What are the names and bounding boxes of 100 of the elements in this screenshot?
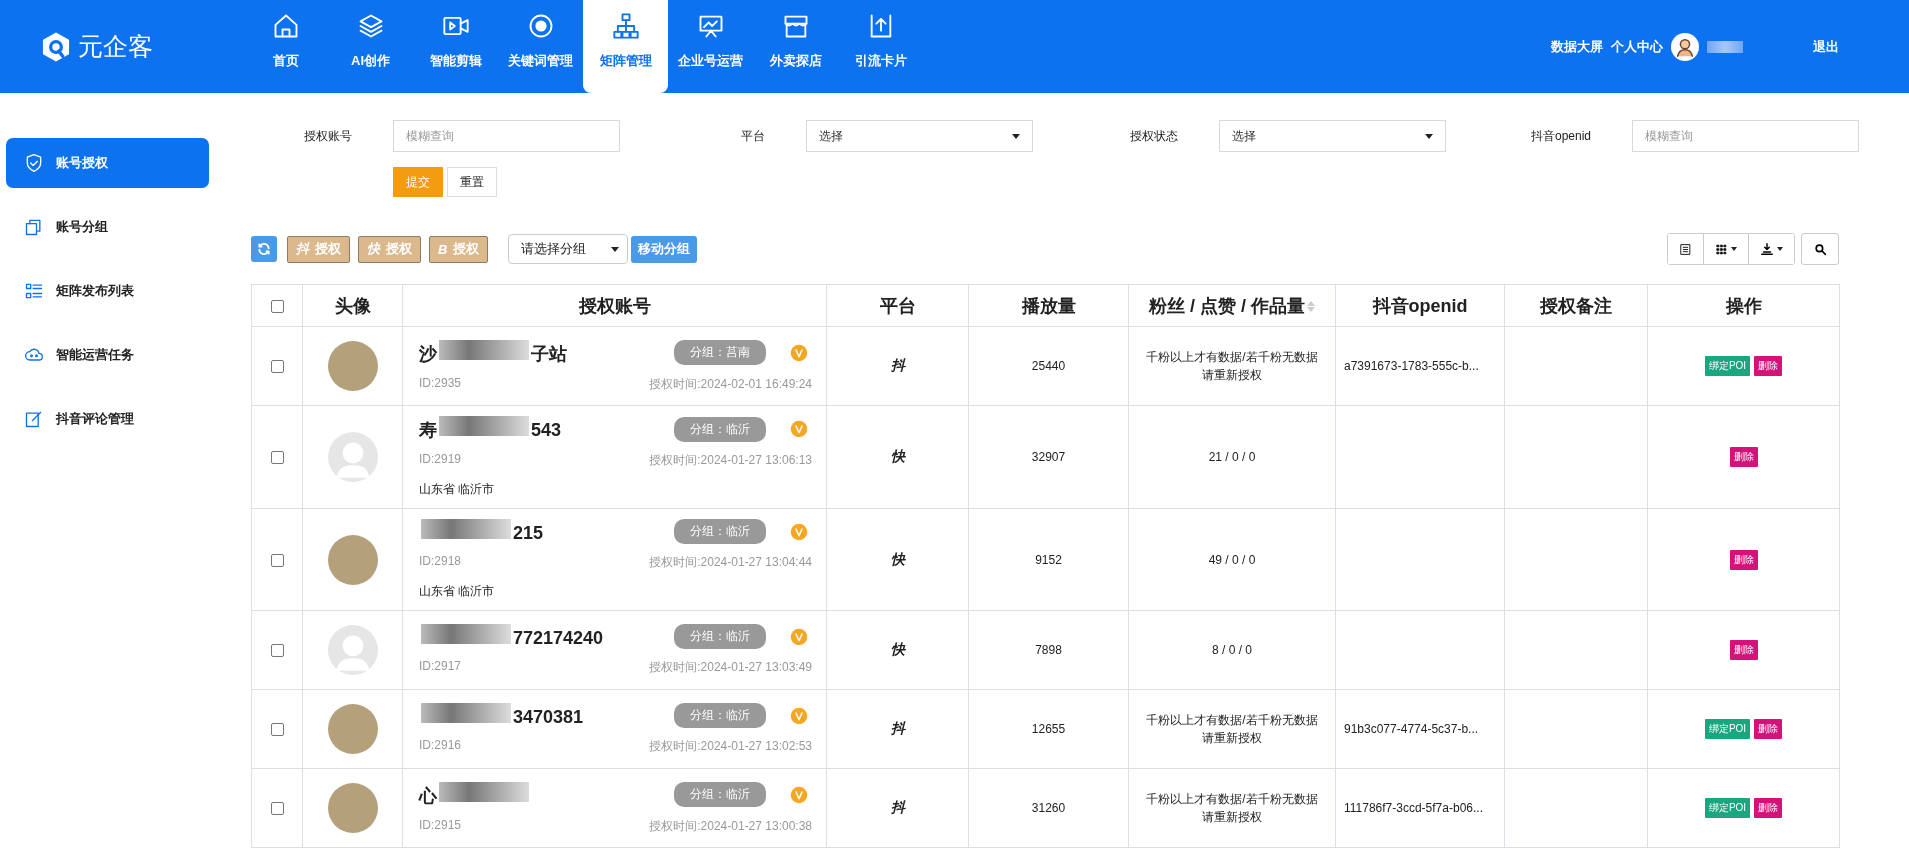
- fans-stats: 千粉以上才有数据/若千粉无数据请重新授权: [1145, 712, 1319, 747]
- search-icon: [1813, 242, 1827, 256]
- column-header: 抖音openid: [1372, 295, 1468, 316]
- search-button[interactable]: [1801, 233, 1839, 265]
- bind-poi-button[interactable]: 绑定POI: [1704, 798, 1751, 818]
- nav-tab[interactable]: 企业号运营: [668, 0, 753, 93]
- play-count: 32907: [1031, 450, 1066, 464]
- verified-icon: [790, 420, 808, 438]
- delete-button[interactable]: 删除: [1729, 447, 1758, 467]
- platform-mark: 抖: [890, 720, 905, 736]
- search-field[interactable]: 模糊查询: [393, 120, 620, 152]
- delete-button[interactable]: 删除: [1754, 356, 1783, 376]
- account-name: 3470381: [513, 707, 584, 727]
- nav-tab[interactable]: AI创作: [328, 0, 413, 93]
- filter-label: 授权状态: [1129, 127, 1178, 145]
- sidebar-item[interactable]: 智能运营任务: [6, 330, 209, 380]
- sidebar-item[interactable]: 账号分组: [6, 202, 209, 252]
- column-header: 平台: [879, 295, 916, 316]
- select-all-checkbox[interactable]: [270, 299, 284, 313]
- group-tag: 分组：临沂: [674, 703, 766, 728]
- fans-stats: 千粉以上才有数据/若千粉无数据请重新授权: [1145, 349, 1319, 384]
- photo-placeholder: [327, 341, 378, 391]
- refresh-button[interactable]: [251, 236, 277, 262]
- fans-stats: 21 / 0 / 0: [1207, 449, 1257, 466]
- nav-tab[interactable]: 外卖探店: [753, 0, 838, 93]
- nav-tab[interactable]: 引流卡片: [838, 0, 923, 93]
- platform-mark: 快: [890, 550, 905, 567]
- region-text: 山东省 临沂市: [419, 481, 496, 498]
- account-id: ID:2915: [419, 817, 462, 834]
- sidebar-item[interactable]: 抖音评论管理: [6, 394, 209, 444]
- auth-time: 授权时间:2024-01-27 13:00:38: [649, 817, 812, 835]
- list-icon: [24, 281, 44, 301]
- play-count: 9152: [1035, 552, 1062, 567]
- account-name: 心: [419, 785, 437, 806]
- delete-button[interactable]: 删除: [1754, 719, 1783, 739]
- header-link[interactable]: 数据大屏: [1551, 37, 1603, 56]
- verified-icon: [790, 522, 808, 541]
- shield-check-icon: [24, 153, 44, 173]
- refresh-icon: [257, 242, 271, 256]
- delete-button[interactable]: 删除: [1729, 549, 1758, 570]
- column-header: 播放量: [1021, 295, 1076, 316]
- group-tag: 分组：临沂: [674, 416, 766, 442]
- fans-stats: 8 / 0 / 0: [1211, 642, 1253, 659]
- reset-button[interactable]: 重置: [447, 167, 497, 197]
- export-button[interactable]: [1748, 234, 1794, 264]
- select-dropdown[interactable]: 选择: [806, 120, 1033, 152]
- sidebar-item[interactable]: 矩阵发布列表: [6, 266, 209, 316]
- photo-placeholder: [327, 783, 378, 833]
- row-checkbox[interactable]: [270, 360, 284, 374]
- default-avatar: [327, 625, 378, 675]
- bind-poi-button[interactable]: 绑定POI: [1704, 356, 1751, 376]
- row-checkbox[interactable]: [270, 553, 284, 567]
- column-header: 头像: [334, 295, 371, 316]
- document-icon: [1679, 242, 1692, 256]
- nav-tab[interactable]: 首页: [243, 0, 328, 93]
- play-count: 7898: [1035, 643, 1062, 657]
- edit-icon: [24, 409, 44, 429]
- auth-time: 授权时间:2024-02-01 16:49:24: [649, 375, 812, 393]
- account-id: ID:2919: [419, 452, 462, 468]
- photo-placeholder: [327, 704, 378, 754]
- group-tag: 分组：临沂: [674, 519, 766, 544]
- search-field[interactable]: 模糊查询: [1632, 120, 1859, 152]
- group-select[interactable]: 请选择分组: [508, 234, 629, 264]
- row-checkbox[interactable]: [270, 451, 284, 465]
- auth-time: 授权时间:2024-01-27 13:03:49: [649, 659, 812, 676]
- row-checkbox[interactable]: [270, 802, 284, 816]
- delete-button[interactable]: 删除: [1729, 640, 1758, 660]
- filter-label: 授权账号: [303, 127, 352, 145]
- download-icon: [1760, 242, 1774, 256]
- move-group-button[interactable]: 移动分组: [631, 235, 698, 263]
- account-id: ID:2916: [419, 738, 462, 754]
- group-tag: 分组：临沂: [674, 624, 766, 649]
- select-dropdown[interactable]: 选择: [1219, 120, 1446, 152]
- grid-icon: [1715, 242, 1728, 256]
- column-header: 操作: [1725, 295, 1762, 316]
- play-count: 31260: [1031, 801, 1066, 815]
- openid-text: a7391673-1783-555c-b...: [1344, 359, 1479, 373]
- stacked-squares-icon: [24, 217, 44, 237]
- platform-mark: 抖: [890, 357, 905, 373]
- bind-poi-button[interactable]: 绑定POI: [1704, 719, 1751, 739]
- sidebar-item[interactable]: 账号授权: [6, 138, 209, 188]
- delete-button[interactable]: 删除: [1754, 798, 1783, 818]
- logo-text: 元企客: [78, 31, 153, 62]
- auth-time: 授权时间:2024-01-27 13:06:13: [649, 452, 812, 469]
- filter-label: 抖音openid: [1529, 127, 1591, 145]
- row-checkbox[interactable]: [270, 723, 284, 737]
- org-chart-icon: [611, 12, 640, 40]
- platform-mark: 快: [890, 641, 905, 657]
- nav-tab[interactable]: 矩阵管理: [583, 0, 668, 93]
- logout-link[interactable]: 退出: [1813, 37, 1839, 56]
- account-id: ID:2918: [419, 554, 462, 570]
- user-avatar[interactable]: [1671, 32, 1699, 61]
- nav-tab[interactable]: 关键词管理: [498, 0, 583, 93]
- auth-time: 授权时间:2024-01-27 13:02:53: [649, 738, 812, 755]
- openid-text: 111786f7-3ccd-5f7a-b06...: [1344, 801, 1483, 815]
- row-checkbox[interactable]: [270, 644, 284, 658]
- header-link[interactable]: 个人中心: [1611, 37, 1663, 56]
- account-name: 772174240: [513, 628, 604, 648]
- region-text: 山东省 临沂市: [419, 583, 496, 600]
- nav-tab[interactable]: 智能剪辑: [413, 0, 498, 93]
